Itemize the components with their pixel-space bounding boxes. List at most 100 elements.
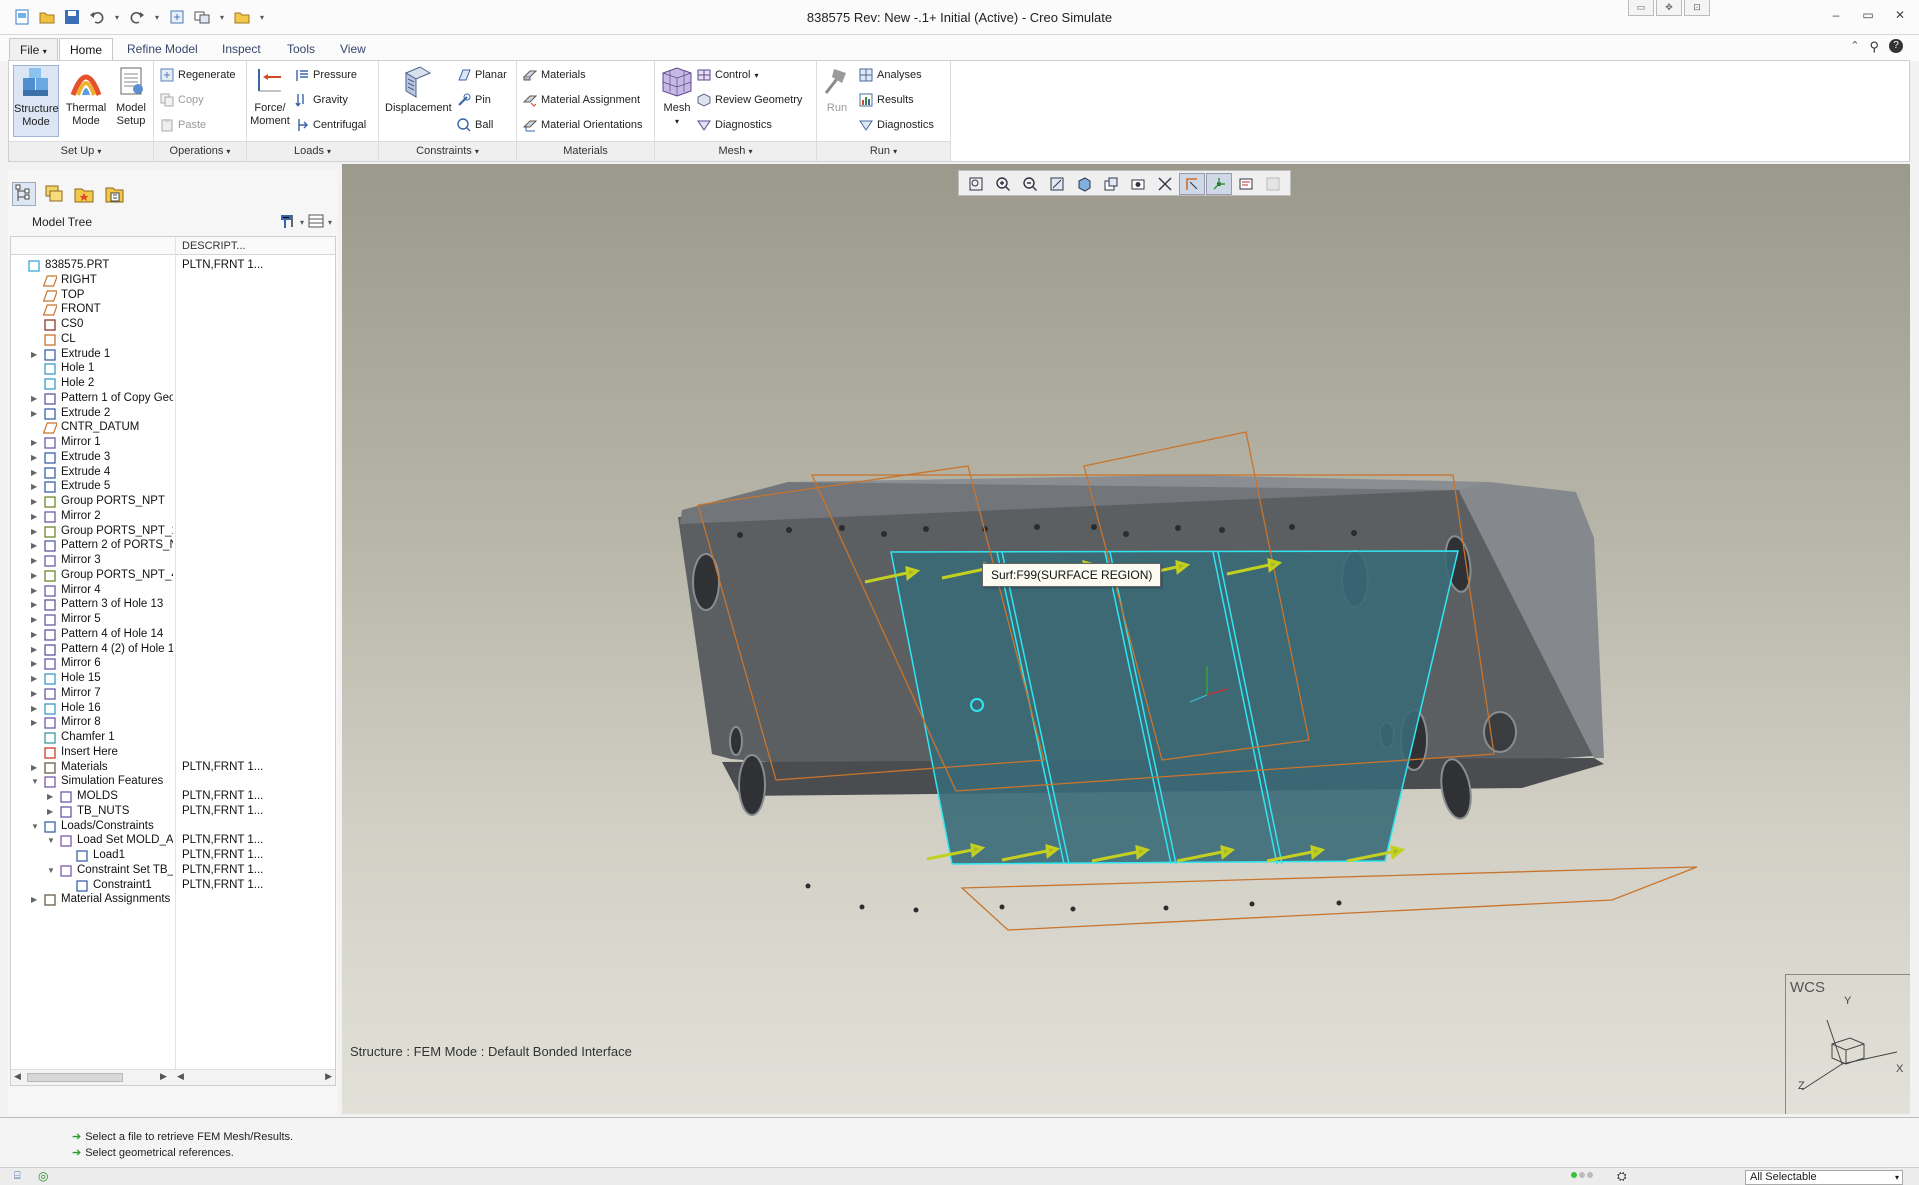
model-tree-tab-icon[interactable] [12, 182, 36, 206]
browser-toggle-icon[interactable]: ◎ [38, 1169, 48, 1183]
group-mesh-label[interactable]: Mesh ▾ [655, 141, 816, 161]
expand-icon[interactable]: ▶ [31, 496, 40, 507]
mesh-diagnostics-button[interactable]: Diagnostics [697, 116, 772, 134]
regenerate-button[interactable]: Regenerate [160, 66, 236, 84]
group-constraints-label[interactable]: Constraints ▾ [379, 141, 516, 161]
scroll-left-icon[interactable]: ◀ [177, 1071, 184, 1082]
collapse-icon[interactable]: ▼ [31, 776, 40, 787]
tab-home[interactable]: Home [59, 38, 114, 61]
graphics-viewport[interactable]: Surf:F99(SURFACE REGION) Structure : FEM… [342, 164, 1910, 1114]
find-icon[interactable]: ⛭ [1617, 1169, 1627, 1184]
history-tab-icon[interactable] [102, 182, 126, 206]
selection-filter-select[interactable]: All Selectable ▾ [1745, 1170, 1903, 1185]
expand-icon[interactable]: ▶ [31, 703, 40, 714]
tab-tools[interactable]: Tools [277, 38, 325, 61]
displacement-button[interactable]: Displacement [385, 65, 452, 115]
run-diagnostics-button[interactable]: Diagnostics [859, 116, 934, 134]
tab-inspect[interactable]: Inspect [212, 38, 271, 61]
materials-button[interactable]: Materials [523, 66, 586, 84]
description-column-header[interactable]: DESCRIPT... [182, 240, 246, 252]
expand-icon[interactable]: ▶ [31, 452, 40, 463]
expand-icon[interactable]: ▶ [31, 599, 40, 610]
group-setup-label[interactable]: Set Up ▾ [9, 141, 153, 161]
thermal-mode-button[interactable]: Thermal Mode [63, 65, 109, 128]
structure-mode-button[interactable]: Structure Mode [13, 65, 59, 137]
expand-icon[interactable]: ▶ [31, 673, 40, 684]
tree-row[interactable]: ▶ Material Assignments [11, 891, 335, 909]
copy-button[interactable]: Copy [160, 91, 204, 109]
help-icon[interactable]: ? [1889, 39, 1903, 53]
scrollbar-thumb[interactable] [27, 1073, 123, 1082]
expand-icon[interactable]: ▶ [31, 688, 40, 699]
group-loads-label[interactable]: Loads ▾ [247, 141, 378, 161]
run-button[interactable]: Run [819, 65, 855, 115]
review-geometry-button[interactable]: Review Geometry [697, 91, 802, 109]
minimize-graphics-icon[interactable]: ▭ [1628, 0, 1654, 16]
expand-icon[interactable]: ▶ [31, 585, 40, 596]
navigator-toggle-icon[interactable]: ⌸ [14, 1170, 21, 1183]
expand-icon[interactable]: ▶ [31, 614, 40, 625]
pressure-button[interactable]: Pressure [295, 66, 357, 84]
expand-icon[interactable]: ▶ [31, 629, 40, 640]
tab-file[interactable]: File ▾ [9, 38, 58, 61]
expand-icon[interactable]: ▶ [31, 570, 40, 581]
analyses-button[interactable]: Analyses [859, 66, 922, 84]
planar-button[interactable]: Planar [457, 66, 507, 84]
minimize-icon[interactable]: – [1829, 8, 1843, 22]
expand-icon[interactable]: ▶ [31, 393, 40, 404]
paste-button[interactable]: Paste [160, 116, 206, 134]
horizontal-scrollbar[interactable]: ◀ ▶ ◀ ▶ [11, 1069, 335, 1085]
collapse-ribbon-icon[interactable]: ⌃ [1850, 39, 1859, 55]
expand-icon[interactable]: ▶ [31, 408, 40, 419]
expand-icon[interactable]: ▶ [31, 481, 40, 492]
material-orientations-button[interactable]: Material Orientations [523, 116, 643, 134]
scroll-right-icon[interactable]: ▶ [325, 1071, 332, 1082]
expand-icon[interactable]: ▶ [31, 762, 40, 773]
expand-icon[interactable]: ▶ [31, 717, 40, 728]
expand-icon[interactable]: ▶ [31, 658, 40, 669]
collapse-icon[interactable]: ▼ [47, 835, 56, 846]
restore-graphics-icon[interactable]: ⊡ [1684, 0, 1710, 16]
collapse-icon[interactable]: ▼ [47, 865, 56, 876]
pin-button[interactable]: Pin [457, 91, 491, 109]
force-moment-button[interactable]: Force/ Moment [249, 65, 291, 128]
results-button[interactable]: Results [859, 91, 914, 109]
expand-icon[interactable]: ▶ [31, 349, 40, 360]
expand-icon[interactable]: ▶ [31, 555, 40, 566]
expand-icon[interactable]: ▶ [31, 467, 40, 478]
expand-icon[interactable]: ▶ [47, 806, 56, 817]
tree-settings-icon[interactable] [279, 212, 297, 232]
expand-icon[interactable]: ▶ [31, 526, 40, 537]
maximize-icon[interactable]: ▭ [1861, 8, 1875, 22]
model-setup-button[interactable]: Model Setup [109, 65, 153, 128]
tab-view[interactable]: View [330, 38, 376, 61]
expand-icon[interactable]: ▶ [31, 644, 40, 655]
model-graphics[interactable] [342, 164, 1910, 1114]
expand-icon[interactable]: ▶ [47, 791, 56, 802]
scroll-right-icon[interactable]: ▶ [160, 1071, 167, 1082]
expand-icon[interactable]: ▶ [31, 540, 40, 551]
tab-refine-model[interactable]: Refine Model [117, 38, 208, 61]
group-operations-label[interactable]: Operations ▾ [154, 141, 246, 161]
collapse-icon[interactable]: ▼ [31, 821, 40, 832]
mesh-button[interactable]: Mesh ▾ [659, 65, 695, 128]
expand-icon[interactable]: ▶ [31, 894, 40, 905]
expand-icon[interactable]: ▶ [31, 437, 40, 448]
expand-icon[interactable]: ▶ [31, 511, 40, 522]
ball-button[interactable]: Ball [457, 116, 493, 134]
scroll-left-icon[interactable]: ◀ [14, 1071, 21, 1082]
gravity-button[interactable]: Gravity [295, 91, 348, 109]
search-icon[interactable]: ⚲ [1869, 39, 1879, 55]
surface-region[interactable] [891, 551, 1458, 864]
favorites-tab-icon[interactable] [72, 182, 96, 206]
centrifugal-button[interactable]: Centrifugal [295, 116, 366, 134]
spin-center-icon[interactable]: ✥ [1656, 0, 1682, 16]
folder-browser-tab-icon[interactable] [42, 182, 66, 206]
close-icon[interactable]: ✕ [1893, 8, 1907, 22]
chevron-down-icon[interactable]: ▾ [300, 218, 304, 227]
group-run-label[interactable]: Run ▾ [817, 141, 950, 161]
material-assignment-button[interactable]: Material Assignment [523, 91, 640, 109]
tree-columns-icon[interactable] [307, 212, 325, 232]
mesh-control-button[interactable]: Control ▾ [697, 66, 758, 84]
chevron-down-icon[interactable]: ▾ [328, 218, 332, 227]
